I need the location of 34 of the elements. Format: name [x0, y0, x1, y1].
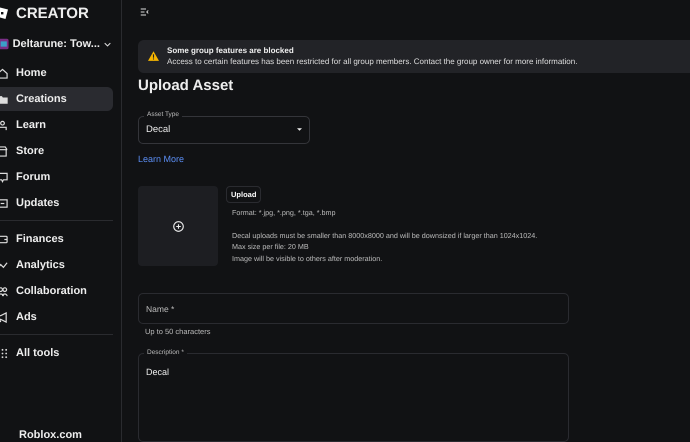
- nav-item[interactable]: Collaboration: [0, 279, 113, 303]
- learn-more-link[interactable]: Learn More: [138, 154, 184, 164]
- nav-item[interactable]: All tools: [0, 341, 113, 365]
- nav-item[interactable]: Updates: [0, 191, 113, 215]
- group-avatar-icon: [0, 38, 9, 50]
- folder-icon: [0, 94, 8, 104]
- forum-icon: [0, 172, 8, 182]
- name-field[interactable]: Name *: [138, 293, 569, 324]
- people-icon: [0, 286, 8, 296]
- roblox-link[interactable]: Roblox.com: [0, 429, 113, 441]
- nav-item[interactable]: Finances: [0, 227, 113, 251]
- group-selector[interactable]: Deltarune: Tow...: [0, 28, 113, 60]
- chevron-icon: [104, 42, 111, 46]
- warning-icon: [148, 51, 159, 62]
- banner-title: Some group features are blocked: [167, 46, 295, 56]
- nav-item[interactable]: Learn: [0, 113, 113, 137]
- nav-item[interactable]: Analytics: [0, 253, 113, 277]
- nav-item[interactable]: Ads: [0, 305, 113, 329]
- banner-message: Access to certain features has been restricted for all group members. Contact the group owner for more information.: [167, 57, 578, 66]
- grid-icon: [0, 348, 8, 358]
- nav-item[interactable]: Store: [0, 139, 113, 163]
- logo-text: CREATOR: [16, 4, 89, 22]
- collapse-menu-icon[interactable]: [140, 8, 149, 16]
- nav-item[interactable]: Creations: [0, 87, 113, 111]
- nav-item[interactable]: Forum: [0, 165, 113, 189]
- add-icon: [172, 220, 184, 232]
- home-icon: [0, 68, 8, 78]
- learn-icon: [0, 120, 8, 130]
- caret-icon: [297, 128, 302, 132]
- megaphone-icon: [0, 312, 8, 322]
- page-title: Upload Asset: [138, 76, 234, 94]
- updates-icon: [0, 198, 8, 208]
- store-icon: [0, 146, 8, 156]
- nav-item[interactable]: Home: [0, 61, 113, 85]
